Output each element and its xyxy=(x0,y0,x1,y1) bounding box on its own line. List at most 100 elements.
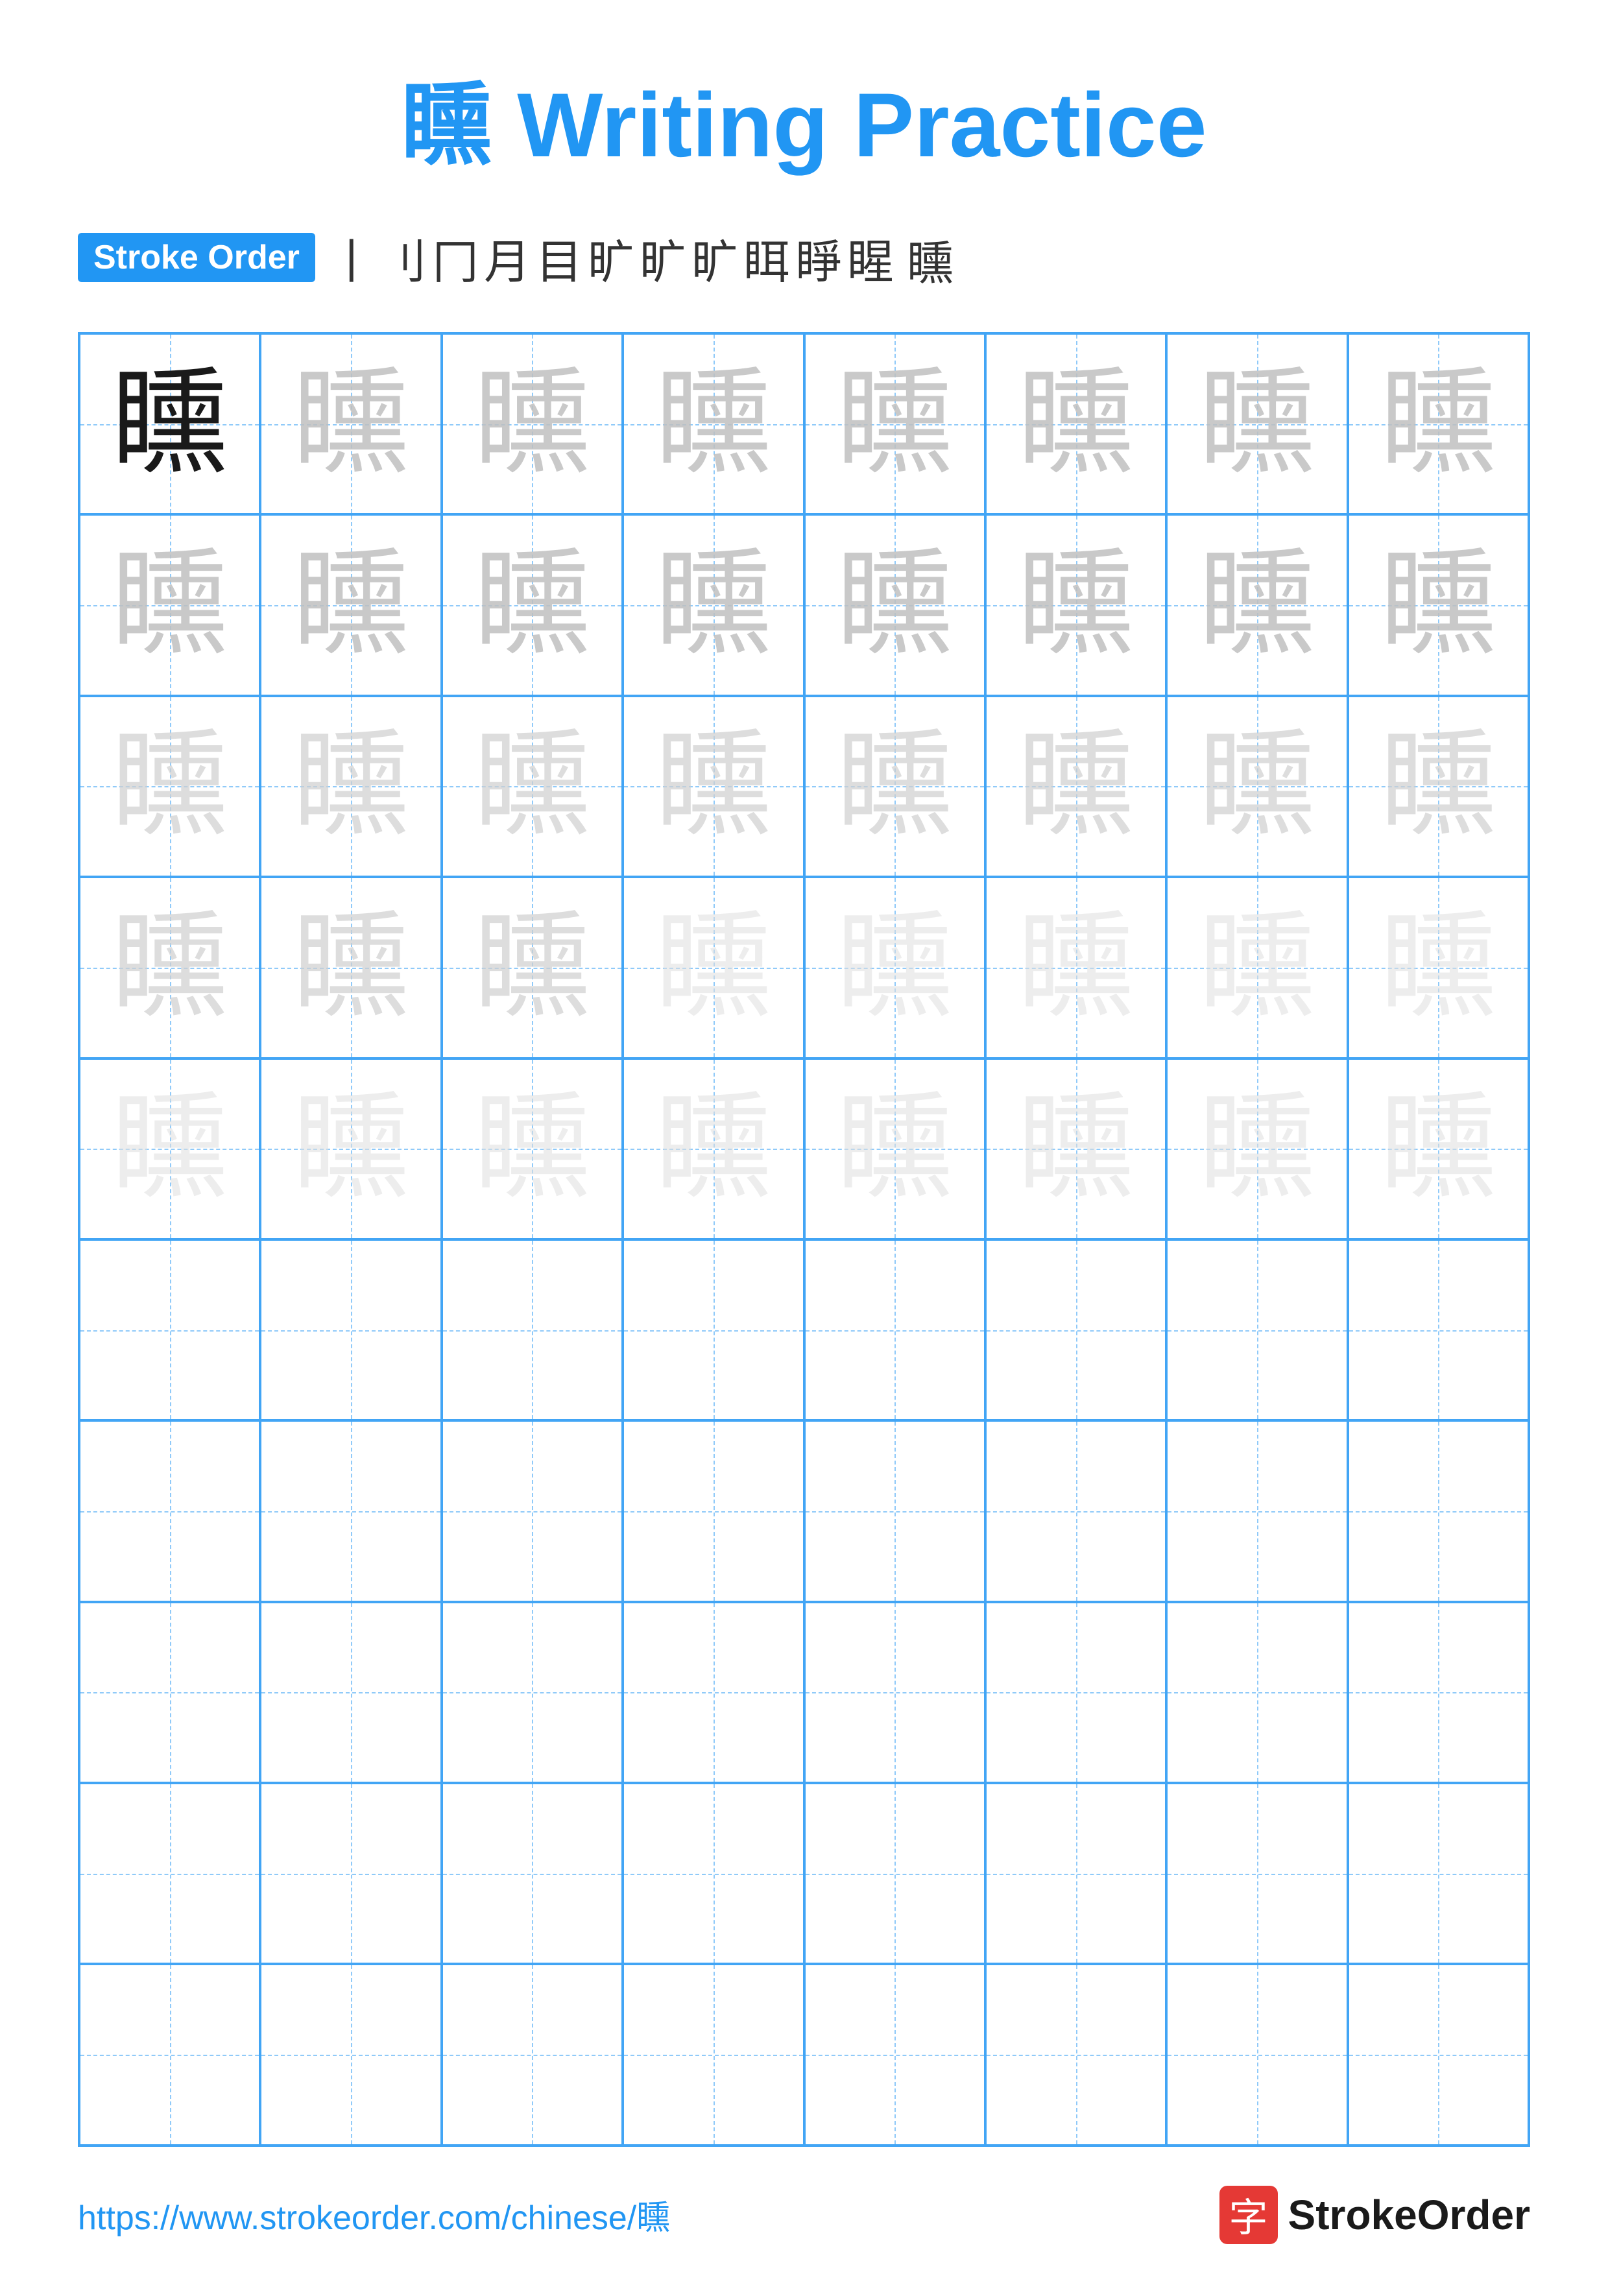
grid-cell-2-8[interactable]: 矄 xyxy=(1348,514,1529,695)
char-display: 矄 xyxy=(293,728,409,844)
grid-cell-3-1[interactable]: 矄 xyxy=(79,696,260,877)
grid-cell-7-8[interactable] xyxy=(1348,1420,1529,1601)
grid-cell-7-3[interactable] xyxy=(442,1420,623,1601)
grid-cell-3-3[interactable]: 矄 xyxy=(442,696,623,877)
char-display: 矄 xyxy=(1380,366,1496,483)
char-display: 矄 xyxy=(474,1090,590,1207)
char-display: 矄 xyxy=(1380,547,1496,664)
grid-cell-4-5[interactable]: 矄 xyxy=(804,877,985,1058)
grid-cell-9-1[interactable] xyxy=(79,1783,260,1964)
grid-cell-3-8[interactable]: 矄 xyxy=(1348,696,1529,877)
grid-cell-5-7[interactable]: 矄 xyxy=(1166,1058,1347,1239)
grid-cell-6-6[interactable] xyxy=(985,1239,1166,1420)
grid-cell-10-2[interactable] xyxy=(260,1964,441,2145)
char-display: 矄 xyxy=(112,728,228,844)
char-display: 矄 xyxy=(293,909,409,1026)
grid-cell-8-4[interactable] xyxy=(623,1602,804,1783)
grid-cell-10-7[interactable] xyxy=(1166,1964,1347,2145)
grid-cell-5-4[interactable]: 矄 xyxy=(623,1058,804,1239)
grid-cell-8-2[interactable] xyxy=(260,1602,441,1783)
grid-cell-8-1[interactable] xyxy=(79,1602,260,1783)
grid-cell-7-4[interactable] xyxy=(623,1420,804,1601)
grid-cell-8-7[interactable] xyxy=(1166,1602,1347,1783)
grid-cell-9-3[interactable] xyxy=(442,1783,623,1964)
grid-cell-1-5[interactable]: 矄 xyxy=(804,333,985,514)
grid-cell-3-7[interactable]: 矄 xyxy=(1166,696,1347,877)
stroke-9: 眲 xyxy=(743,224,790,292)
grid-cell-5-5[interactable]: 矄 xyxy=(804,1058,985,1239)
grid-cell-6-2[interactable] xyxy=(260,1239,441,1420)
grid-cell-4-3[interactable]: 矄 xyxy=(442,877,623,1058)
grid-cell-10-5[interactable] xyxy=(804,1964,985,2145)
grid-cell-9-7[interactable] xyxy=(1166,1783,1347,1964)
char-display: 矄 xyxy=(1199,366,1315,483)
grid-cell-4-8[interactable]: 矄 xyxy=(1348,877,1529,1058)
grid-cell-2-3[interactable]: 矄 xyxy=(442,514,623,695)
grid-cell-1-7[interactable]: 矄 xyxy=(1166,333,1347,514)
grid-cell-5-3[interactable]: 矄 xyxy=(442,1058,623,1239)
char-display: 矄 xyxy=(655,547,772,664)
grid-cell-1-2[interactable]: 矄 xyxy=(260,333,441,514)
grid-cell-4-2[interactable]: 矄 xyxy=(260,877,441,1058)
grid-cell-5-8[interactable]: 矄 xyxy=(1348,1058,1529,1239)
grid-cell-9-6[interactable] xyxy=(985,1783,1166,1964)
grid-cell-4-7[interactable]: 矄 xyxy=(1166,877,1347,1058)
grid-cell-1-1[interactable]: 矄 xyxy=(79,333,260,514)
grid-cell-10-1[interactable] xyxy=(79,1964,260,2145)
grid-cell-1-3[interactable]: 矄 xyxy=(442,333,623,514)
grid-cell-7-2[interactable] xyxy=(260,1420,441,1601)
grid-row-5: 矄 矄 矄 矄 矄 矄 矄 矄 xyxy=(79,1058,1529,1239)
grid-cell-1-6[interactable]: 矄 xyxy=(985,333,1166,514)
grid-cell-1-4[interactable]: 矄 xyxy=(623,333,804,514)
grid-cell-7-1[interactable] xyxy=(79,1420,260,1601)
grid-cell-8-5[interactable] xyxy=(804,1602,985,1783)
grid-cell-2-7[interactable]: 矄 xyxy=(1166,514,1347,695)
grid-cell-2-2[interactable]: 矄 xyxy=(260,514,441,695)
grid-cell-5-6[interactable]: 矄 xyxy=(985,1058,1166,1239)
grid-cell-2-4[interactable]: 矄 xyxy=(623,514,804,695)
grid-cell-4-1[interactable]: 矄 xyxy=(79,877,260,1058)
grid-cell-9-5[interactable] xyxy=(804,1783,985,1964)
grid-cell-7-5[interactable] xyxy=(804,1420,985,1601)
grid-cell-3-4[interactable]: 矄 xyxy=(623,696,804,877)
char-display: 矄 xyxy=(112,909,228,1026)
grid-cell-6-5[interactable] xyxy=(804,1239,985,1420)
grid-cell-10-6[interactable] xyxy=(985,1964,1166,2145)
grid-cell-5-2[interactable]: 矄 xyxy=(260,1058,441,1239)
grid-cell-9-4[interactable] xyxy=(623,1783,804,1964)
grid-cell-7-6[interactable] xyxy=(985,1420,1166,1601)
grid-row-2: 矄 矄 矄 矄 矄 矄 矄 矄 xyxy=(79,514,1529,695)
grid-cell-7-7[interactable] xyxy=(1166,1420,1347,1601)
grid-cell-6-8[interactable] xyxy=(1348,1239,1529,1420)
char-display: 矄 xyxy=(474,366,590,483)
grid-cell-1-8[interactable]: 矄 xyxy=(1348,333,1529,514)
grid-cell-10-4[interactable] xyxy=(623,1964,804,2145)
char-display: 矄 xyxy=(836,728,953,844)
grid-cell-8-6[interactable] xyxy=(985,1602,1166,1783)
grid-cell-8-8[interactable] xyxy=(1348,1602,1529,1783)
grid-cell-5-1[interactable]: 矄 xyxy=(79,1058,260,1239)
grid-cell-4-6[interactable]: 矄 xyxy=(985,877,1166,1058)
grid-cell-6-3[interactable] xyxy=(442,1239,623,1420)
grid-cell-10-3[interactable] xyxy=(442,1964,623,2145)
grid-cell-2-5[interactable]: 矄 xyxy=(804,514,985,695)
grid-cell-9-8[interactable] xyxy=(1348,1783,1529,1964)
char-display: 矄 xyxy=(1018,366,1134,483)
stroke-2: 刂 xyxy=(380,224,427,292)
grid-cell-2-1[interactable]: 矄 xyxy=(79,514,260,695)
grid-cell-3-6[interactable]: 矄 xyxy=(985,696,1166,877)
grid-cell-9-2[interactable] xyxy=(260,1783,441,1964)
grid-cell-2-6[interactable]: 矄 xyxy=(985,514,1166,695)
grid-cell-8-3[interactable] xyxy=(442,1602,623,1783)
grid-cell-10-8[interactable] xyxy=(1348,1964,1529,2145)
grid-cell-6-7[interactable] xyxy=(1166,1239,1347,1420)
char-display: 矄 xyxy=(293,1090,409,1207)
grid-row-9 xyxy=(79,1783,1529,1964)
grid-cell-3-2[interactable]: 矄 xyxy=(260,696,441,877)
grid-cell-6-4[interactable] xyxy=(623,1239,804,1420)
strokeorder-icon: 字 xyxy=(1219,2186,1278,2244)
grid-cell-3-5[interactable]: 矄 xyxy=(804,696,985,877)
grid-cell-4-4[interactable]: 矄 xyxy=(623,877,804,1058)
grid-cell-6-1[interactable] xyxy=(79,1239,260,1420)
grid-row-7 xyxy=(79,1420,1529,1601)
